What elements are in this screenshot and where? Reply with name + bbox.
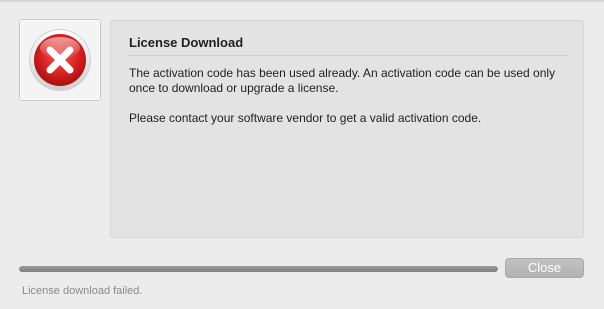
close-button[interactable]: Close — [505, 258, 584, 278]
progress-bar — [19, 266, 498, 272]
message-paragraph: The activation code has been used alread… — [129, 66, 556, 95]
progress-fill — [19, 266, 498, 272]
error-icon-frame — [19, 19, 101, 101]
titlebar-edge — [0, 0, 604, 3]
dialog-title: License Download — [129, 35, 244, 50]
status-text: License download failed. — [22, 285, 143, 297]
error-icon — [29, 29, 91, 91]
message-paragraph: Please contact your software vendor to g… — [129, 111, 482, 125]
message-panel: License Download The activation code has… — [110, 20, 584, 238]
message-body: The activation code has been used alread… — [129, 66, 569, 141]
title-divider — [128, 55, 568, 56]
